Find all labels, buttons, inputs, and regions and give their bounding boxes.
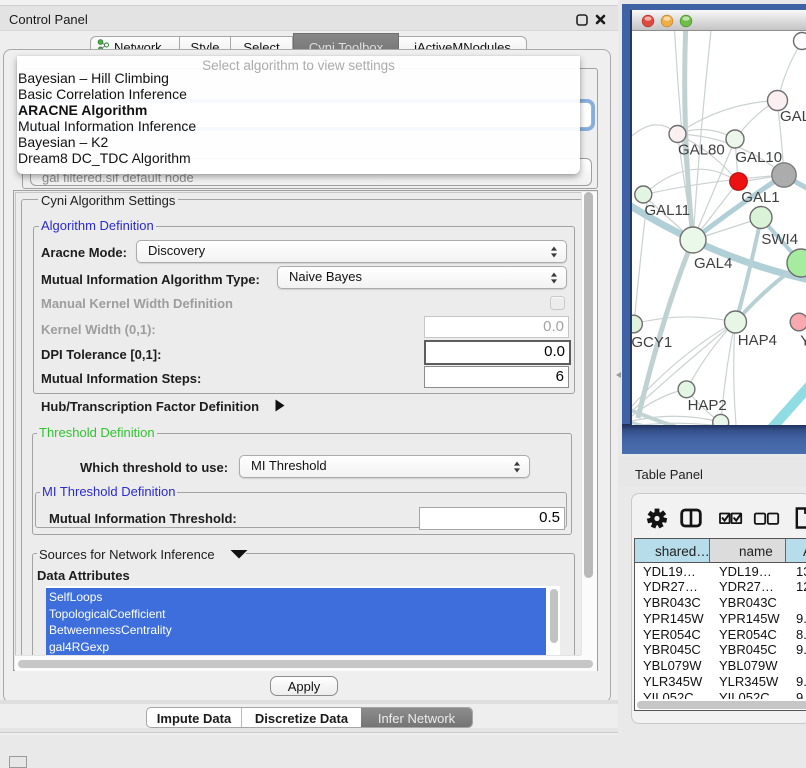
svg-text:GAL1: GAL1 xyxy=(741,189,779,206)
svg-text:Y: Y xyxy=(800,333,806,350)
svg-text:GAL4: GAL4 xyxy=(694,255,732,272)
svg-text:GCY1: GCY1 xyxy=(632,334,672,351)
svg-text:GAL10: GAL10 xyxy=(735,149,782,166)
svg-text:GAL2: GAL2 xyxy=(780,108,806,125)
svg-text:GAL80: GAL80 xyxy=(678,142,725,159)
svg-text:SWI4: SWI4 xyxy=(761,231,798,248)
svg-text:HAP4: HAP4 xyxy=(738,332,777,349)
svg-text:HAP2: HAP2 xyxy=(688,397,727,414)
svg-text:GAL11: GAL11 xyxy=(645,202,691,219)
